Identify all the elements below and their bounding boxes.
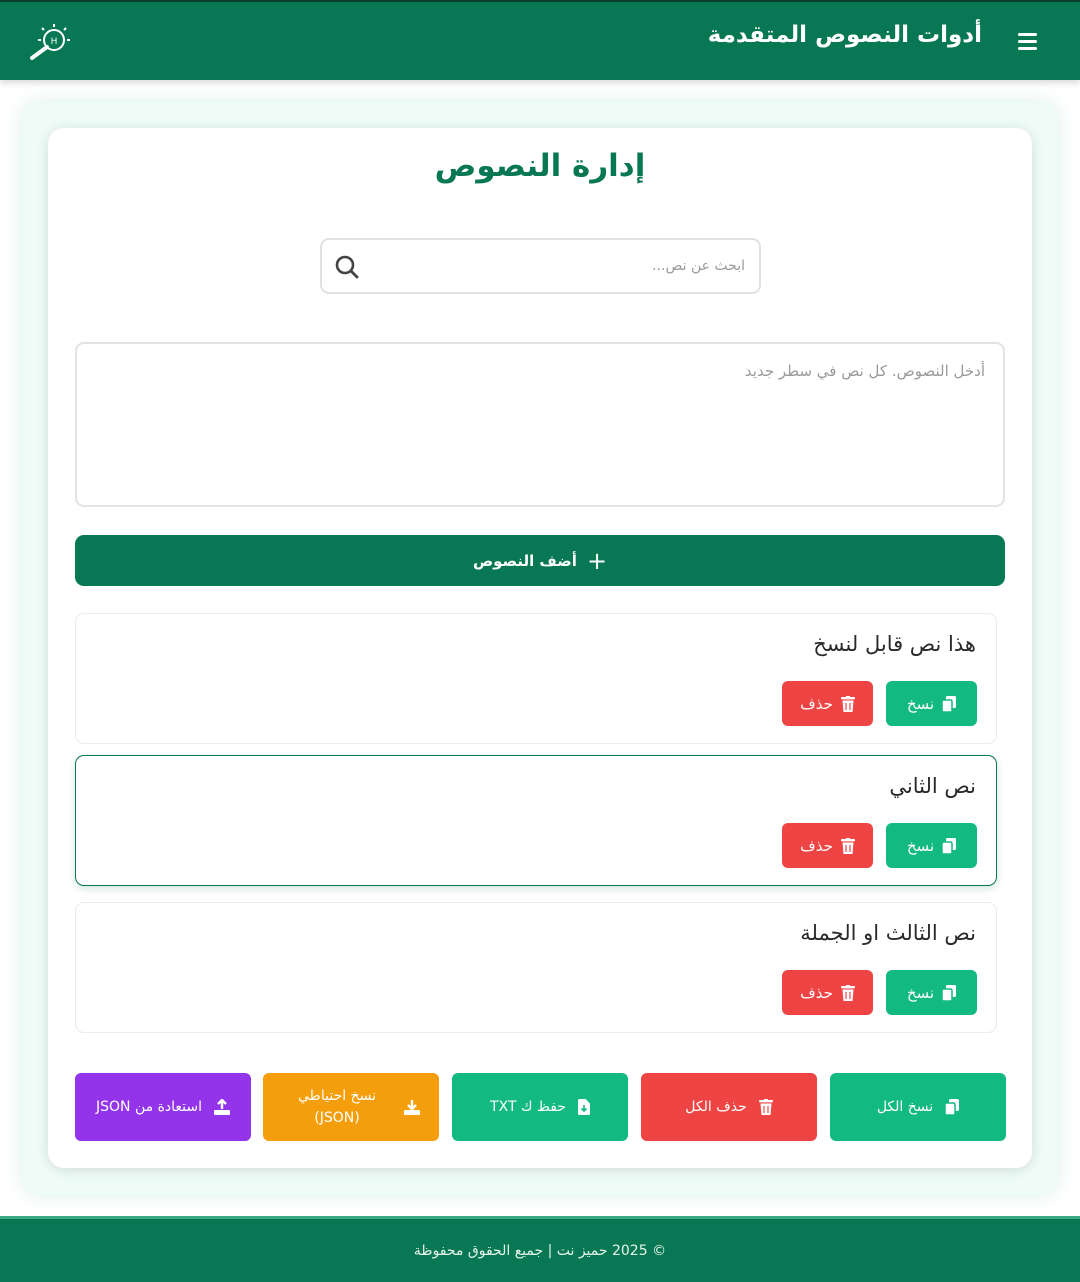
restore-json-label: استعادة من JSON [96,1098,203,1115]
app-title: أدوات النصوص المتقدمة [707,22,982,48]
copy-label: نسخ [906,694,935,713]
search-icon[interactable] [334,254,360,280]
delete-button[interactable]: حذف [782,681,873,726]
search-box [320,238,761,294]
delete-label: حذف [800,836,833,855]
upload-icon [214,1099,231,1115]
copy-button[interactable]: نسخ [886,970,977,1015]
text-item[interactable]: نص الثالث او الجملة نسخ حذف [75,902,997,1033]
text-item[interactable]: نص الثاني نسخ حذف [75,755,997,886]
delete-all-button[interactable]: حذف الكل [641,1073,817,1141]
text-item[interactable]: هذا نص قابل لنسخ نسخ حذف [75,613,997,744]
copy-icon [945,1099,960,1115]
menu-button[interactable] [1012,28,1042,56]
copy-all-button[interactable]: نسخ الكل [830,1073,1006,1141]
trash-icon [840,837,855,854]
magnifier-logo-icon[interactable]: H [22,18,78,66]
file-download-icon [577,1099,590,1115]
text-item-content: نص الثالث او الجملة [800,921,976,945]
delete-label: حذف [800,983,833,1002]
add-texts-label: أضف النصوص [472,551,577,570]
svg-text:H: H [51,37,58,47]
delete-label: حذف [800,694,833,713]
app-header: أدوات النصوص المتقدمة H [0,0,1080,80]
text-item-content: نص الثاني [889,774,976,798]
save-txt-label: حفظ ك TXT [490,1098,566,1115]
footer-copyright: © 2025 حميز نت | جميع الحقوق محفوظة [413,1242,667,1259]
save-txt-button[interactable]: حفظ ك TXT [452,1073,628,1141]
texts-textarea[interactable] [75,342,1005,507]
trash-icon [758,1099,773,1115]
trash-icon [840,984,855,1001]
trash-icon [840,695,855,712]
delete-all-label: حذف الكل [685,1098,747,1115]
page-title: إدارة النصوص [434,148,646,184]
copy-button[interactable]: نسخ [886,681,977,726]
text-item-content: هذا نص قابل لنسخ [813,632,976,656]
add-texts-button[interactable]: + أضف النصوص [75,535,1005,586]
delete-button[interactable]: حذف [782,970,873,1015]
page-footer: © 2025 حميز نت | جميع الحقوق محفوظة [0,1216,1080,1282]
copy-label: نسخ [906,836,935,855]
backup-json-button[interactable]: نسخ احتياطي (JSON) [263,1073,439,1141]
copy-icon [942,695,957,712]
copy-icon [942,837,957,854]
copy-all-label: نسخ الكل [876,1098,934,1115]
hamburger-menu-icon-bar [1018,47,1037,50]
hamburger-menu-icon-bar [1018,40,1037,43]
hamburger-menu-icon [1018,33,1037,36]
backup-json-label: نسخ احتياطي (JSON) [298,1087,376,1126]
search-input[interactable] [385,252,745,280]
copy-label: نسخ [906,983,935,1002]
copy-icon [942,984,957,1001]
restore-json-button[interactable]: استعادة من JSON [75,1073,251,1141]
delete-button[interactable]: حذف [782,823,873,868]
copy-button[interactable]: نسخ [886,823,977,868]
download-icon [404,1099,420,1115]
plus-icon: + [586,546,608,575]
